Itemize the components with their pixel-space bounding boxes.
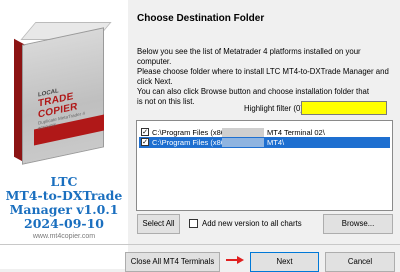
next-button[interactable]: Next [250, 252, 319, 272]
description-line: click Next. [137, 77, 173, 86]
platform-path: C:\Program Files (x86)\ [152, 138, 230, 147]
add-new-version-label: Add new version to all charts [202, 219, 302, 228]
redacted-path-segment [222, 128, 264, 137]
description-line: Please choose folder where to install LT… [137, 67, 389, 76]
highlight-filter-input[interactable] [301, 101, 387, 115]
highlight-filter-label: Highlight filter (0): [244, 104, 306, 113]
add-new-version-option[interactable]: Add new version to all charts [189, 219, 302, 229]
product-line-4: 2024-09-10 [24, 216, 104, 231]
browse-button[interactable]: Browse... [323, 214, 393, 234]
select-all-button[interactable]: Select All [137, 214, 180, 234]
description-line: You can also click Browse button and cho… [137, 87, 370, 96]
product-box-image: LOCAL TRADE COPIER Duplicate MetaTrader … [14, 12, 112, 165]
platform-list[interactable]: ✓ C:\Program Files (x86)\ MT4 Terminal 0… [136, 120, 393, 211]
close-all-terminals-button[interactable]: Close All MT4 Terminals [125, 252, 220, 272]
footer-divider [0, 244, 400, 245]
page-title: Choose Destination Folder [137, 13, 265, 24]
installer-sidebar: LOCAL TRADE COPIER Duplicate MetaTrader … [0, 0, 128, 269]
add-new-version-checkbox[interactable] [189, 219, 198, 229]
arrow-right-icon [226, 256, 244, 264]
website-url: www.mt4copier.com [32, 233, 96, 240]
platform-checkbox[interactable]: ✓ [141, 128, 149, 136]
description-line: computer. [137, 57, 172, 66]
product-line-1: LTC [50, 174, 78, 189]
platform-list-item-selected[interactable]: ✓ C:\Program Files (x86)\ MT4\ [139, 137, 390, 148]
product-line-3: Manager v1.0.1 [9, 202, 119, 217]
description-text: Below you see the list of Metatrader 4 p… [137, 47, 395, 107]
product-line-2: MT4-to-DXTrade [5, 188, 123, 203]
platform-path-suffix: MT4\ [267, 138, 285, 147]
platform-checkbox[interactable]: ✓ [141, 138, 149, 146]
cancel-button[interactable]: Cancel [325, 252, 395, 272]
product-name: LTC MT4-to-DXTrade Manager v1.0.1 2024-0… [0, 175, 128, 231]
redacted-path-segment [222, 138, 264, 147]
description-line: Below you see the list of Metatrader 4 p… [137, 47, 361, 56]
